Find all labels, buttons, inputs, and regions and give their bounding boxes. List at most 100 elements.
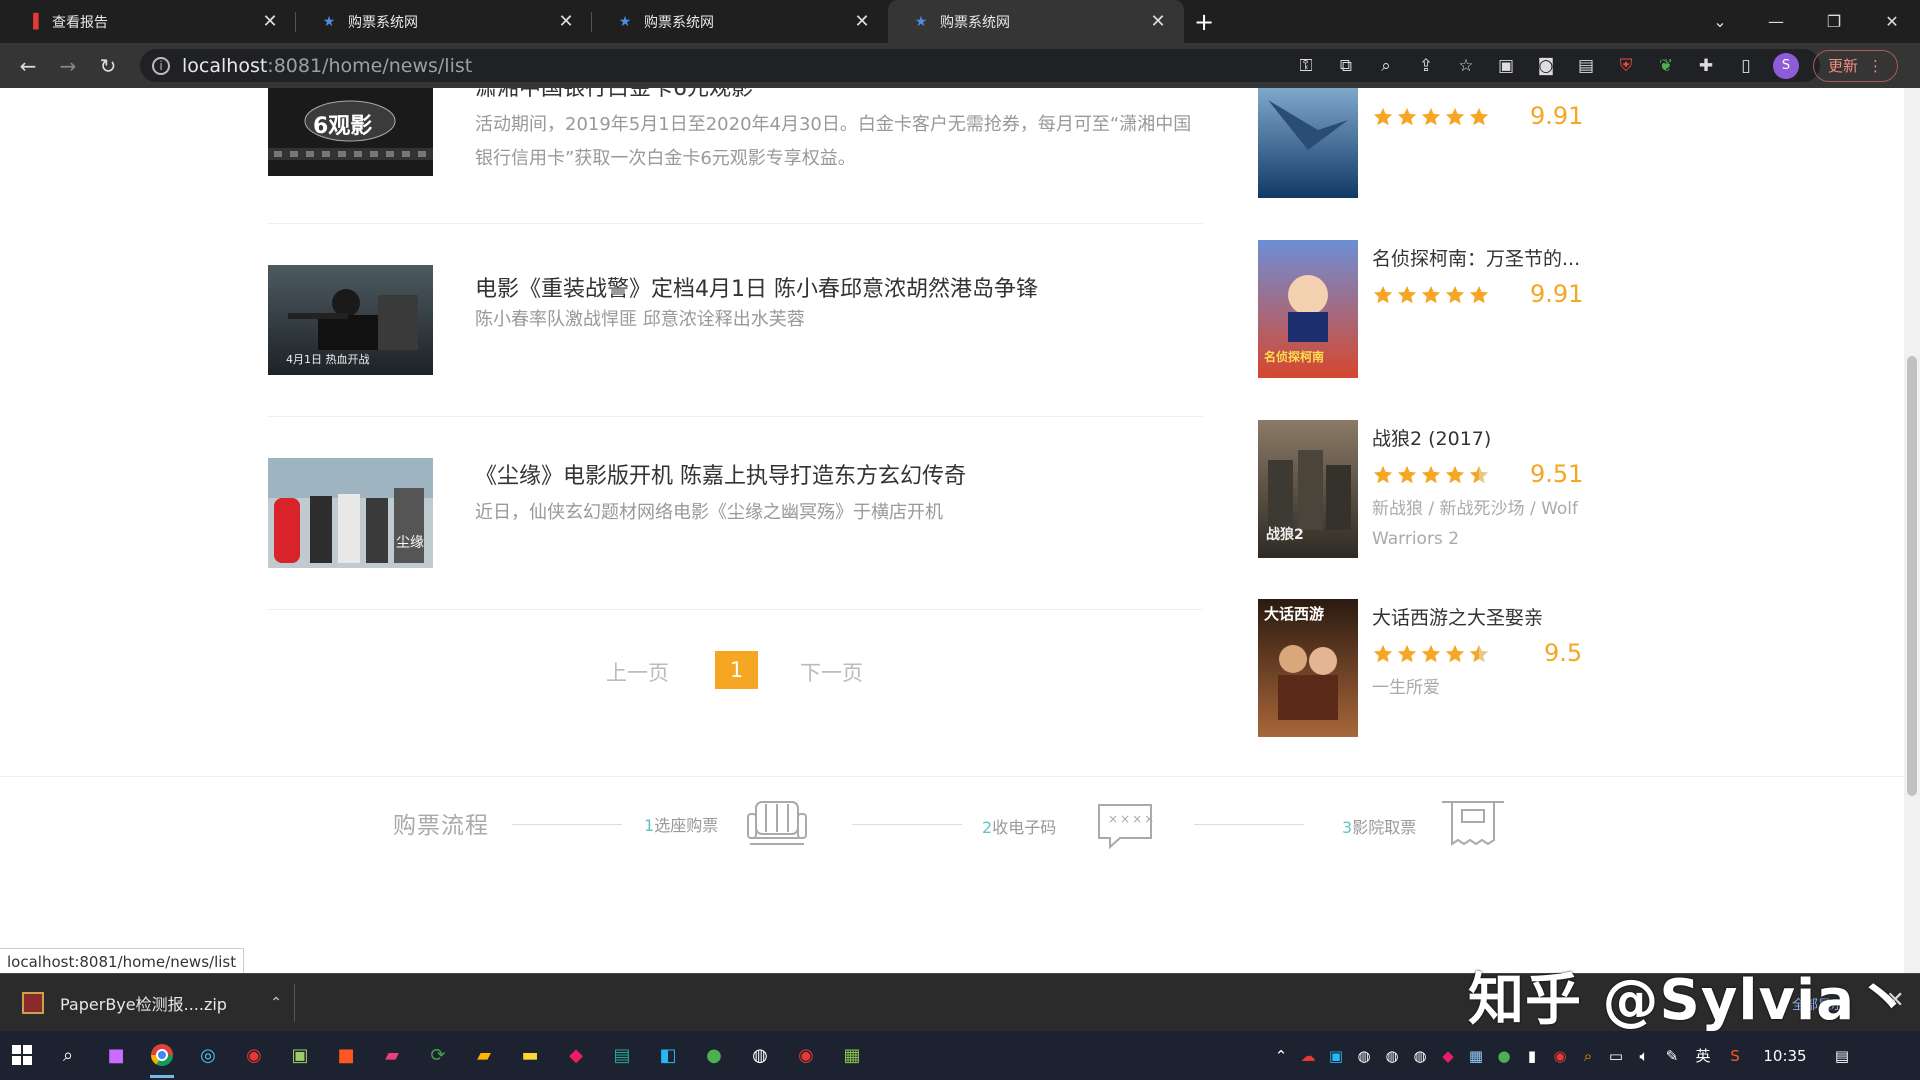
edit-app-icon[interactable]: ◧ bbox=[652, 1039, 684, 1071]
browser2-app-icon[interactable]: ◎ bbox=[192, 1039, 224, 1071]
shield-extension-icon[interactable]: ⛨ bbox=[1613, 53, 1639, 79]
camera-icon[interactable]: ◙ bbox=[1533, 53, 1559, 79]
record-app-icon[interactable]: ◉ bbox=[238, 1039, 270, 1071]
image-extension-icon[interactable]: ▤ bbox=[1573, 53, 1599, 79]
news-app-icon[interactable]: ■ bbox=[330, 1039, 362, 1071]
tab-ticket-2[interactable]: ★ 购票系统网 ✕ bbox=[592, 0, 888, 43]
news-thumbnail[interactable]: 4月1日 热血开战 bbox=[268, 265, 433, 375]
qq-app-icon[interactable]: ◍ bbox=[744, 1039, 776, 1071]
tray-app-icon[interactable]: ▣ bbox=[1322, 1047, 1350, 1065]
back-icon[interactable]: ← bbox=[8, 46, 48, 86]
next-page-button[interactable]: 下一页 bbox=[800, 657, 863, 687]
news-thumbnail[interactable]: 6观影 bbox=[268, 88, 433, 176]
tray-search-icon[interactable]: ⌕ bbox=[1574, 1047, 1602, 1065]
open-external-icon[interactable]: ⧉ bbox=[1333, 53, 1359, 79]
seat-icon bbox=[746, 800, 808, 852]
wechat-app-icon[interactable]: ● bbox=[698, 1039, 730, 1071]
movie-subtitle: 新战狼 / 新战死沙场 / Wolf Warriors 2 bbox=[1372, 499, 1578, 549]
tray-pen-icon[interactable]: ✎ bbox=[1658, 1047, 1686, 1065]
movie-title[interactable]: 名侦探柯南：万圣节的... bbox=[1372, 244, 1580, 271]
message-code-icon: ×××× bbox=[1096, 802, 1154, 854]
tab-ticket-3-active[interactable]: ★ 购票系统网 ✕ bbox=[888, 0, 1184, 43]
ide-app-icon[interactable]: ■ bbox=[100, 1039, 132, 1071]
forward-icon[interactable]: → bbox=[48, 46, 88, 86]
tab-ticket-1[interactable]: ★ 购票系统网 ✕ bbox=[296, 0, 592, 43]
leaf-extension-icon[interactable]: ❦ bbox=[1653, 53, 1679, 79]
restore-button[interactable]: ❐ bbox=[1808, 0, 1860, 43]
site-info-icon[interactable]: i bbox=[152, 56, 170, 75]
movie-poster[interactable]: 名侦探柯南 bbox=[1258, 240, 1358, 378]
tray-chevron-up-icon[interactable]: ⌃ bbox=[1268, 1047, 1294, 1065]
tab-search-chevron-icon[interactable]: ⌄ bbox=[1694, 0, 1746, 43]
close-icon[interactable]: ✕ bbox=[260, 11, 280, 32]
close-icon[interactable]: ✕ bbox=[556, 11, 576, 32]
tray-wechat-icon[interactable]: ● bbox=[1490, 1047, 1518, 1065]
scrollbar-thumb[interactable] bbox=[1907, 356, 1917, 796]
download-item[interactable]: PaperBye检测报....zip ⌃ bbox=[22, 982, 282, 1024]
bookmark-star-icon[interactable]: ☆ bbox=[1453, 53, 1479, 79]
news-title[interactable]: 电影《重装战警》定档4月1日 陈小春邱意浓胡然港岛争锋 bbox=[475, 271, 1038, 303]
new-tab-button[interactable]: + bbox=[1184, 0, 1224, 43]
music-app-icon[interactable]: ◆ bbox=[560, 1039, 592, 1071]
step-label: 选座购票 bbox=[654, 816, 719, 835]
clock[interactable]: 10:35 bbox=[1750, 1047, 1820, 1065]
tray-qq-icon[interactable]: ◍ bbox=[1406, 1047, 1434, 1065]
extension-translate-icon[interactable]: ▣ bbox=[1493, 53, 1519, 79]
ime-indicator[interactable]: 英 bbox=[1686, 1045, 1720, 1066]
current-page[interactable]: 1 bbox=[715, 651, 758, 689]
notification-icon[interactable]: ▤ bbox=[1820, 1047, 1864, 1065]
window-close-button[interactable]: ✕ bbox=[1866, 0, 1918, 43]
zoom-icon[interactable]: ⌕ bbox=[1373, 53, 1399, 79]
url-host: localhost bbox=[182, 54, 268, 77]
close-icon[interactable]: ✕ bbox=[852, 11, 872, 32]
folder-app-icon[interactable]: ▰ bbox=[468, 1039, 500, 1071]
movie-title[interactable]: 大话西游之大圣娶亲 bbox=[1372, 603, 1543, 630]
tray-app-icon[interactable]: ▦ bbox=[1462, 1047, 1490, 1065]
chrome-app-icon[interactable] bbox=[146, 1039, 178, 1078]
movie-poster[interactable]: 大话西游 bbox=[1258, 599, 1358, 737]
star-icon bbox=[1420, 284, 1442, 310]
chevron-up-icon[interactable]: ⌃ bbox=[270, 995, 282, 1011]
movie-poster[interactable]: 战狼2 bbox=[1258, 420, 1358, 558]
news-title[interactable]: 潇湘中国银行白金卡6元观影 bbox=[475, 88, 753, 102]
news-thumbnail[interactable]: 尘缘 bbox=[268, 458, 433, 568]
tray-record-icon[interactable]: ◉ bbox=[1546, 1047, 1574, 1065]
news-summary: 陈小春率队激战悍匪 邱意浓诠释出水芙蓉 bbox=[475, 309, 805, 330]
explorer-app-icon[interactable]: ▬ bbox=[514, 1039, 546, 1071]
tray-qq-icon[interactable]: ◍ bbox=[1350, 1047, 1378, 1065]
prev-page-button[interactable]: 上一页 bbox=[606, 657, 669, 687]
windows-start-icon[interactable] bbox=[6, 1039, 38, 1071]
star-icon bbox=[1396, 284, 1418, 310]
update-button[interactable]: 更新 ⋮ bbox=[1812, 49, 1898, 82]
video-app-icon[interactable]: ▰ bbox=[376, 1039, 408, 1071]
poster-text: 名侦探柯南 bbox=[1264, 350, 1325, 364]
movie-poster[interactable] bbox=[1258, 88, 1358, 198]
tray-sogou-icon[interactable]: S bbox=[1720, 1047, 1750, 1065]
tab-report[interactable]: ▐ 查看报告 ✕ bbox=[0, 0, 296, 43]
search-icon[interactable]: ⌕ bbox=[52, 1039, 84, 1071]
tray-qq-icon[interactable]: ◍ bbox=[1378, 1047, 1406, 1065]
news-thumb-text: 6观影 bbox=[313, 114, 373, 139]
news-title[interactable]: 《尘缘》电影版开机 陈嘉上执导打造东方玄幻传奇 bbox=[475, 458, 966, 490]
share-icon[interactable]: ⇪ bbox=[1413, 53, 1439, 79]
movie-title[interactable]: 战狼2 (2017) bbox=[1372, 424, 1491, 451]
profile-avatar[interactable]: S bbox=[1772, 52, 1799, 79]
tray-network-icon[interactable]: ▭ bbox=[1602, 1047, 1630, 1065]
page-scrollbar[interactable] bbox=[1904, 88, 1920, 973]
reload-icon[interactable]: ↻ bbox=[88, 46, 128, 86]
recorder-app-icon[interactable]: ◉ bbox=[790, 1039, 822, 1071]
tray-app-icon[interactable]: ◆ bbox=[1434, 1047, 1462, 1065]
more-menu-icon[interactable]: ⋮ bbox=[1868, 57, 1883, 75]
tray-cloud-icon[interactable]: ☁ bbox=[1294, 1047, 1322, 1065]
minimize-button[interactable]: — bbox=[1750, 0, 1802, 43]
tray-volume-icon[interactable]: 🔈︎ bbox=[1630, 1047, 1658, 1065]
notepad-app-icon[interactable]: ▦ bbox=[836, 1039, 868, 1071]
close-icon[interactable]: ✕ bbox=[1148, 11, 1168, 32]
sidepanel-icon[interactable]: ▯ bbox=[1733, 53, 1759, 79]
docs-app-icon[interactable]: ▤ bbox=[606, 1039, 638, 1071]
screenshot-app-icon[interactable]: ▣ bbox=[284, 1039, 316, 1071]
puzzle-extensions-icon[interactable]: ✚ bbox=[1693, 53, 1719, 79]
tray-mic-icon[interactable]: ▮ bbox=[1518, 1047, 1546, 1065]
key-icon[interactable]: ⚿ bbox=[1293, 53, 1319, 79]
sync-app-icon[interactable]: ⟳ bbox=[422, 1039, 454, 1071]
